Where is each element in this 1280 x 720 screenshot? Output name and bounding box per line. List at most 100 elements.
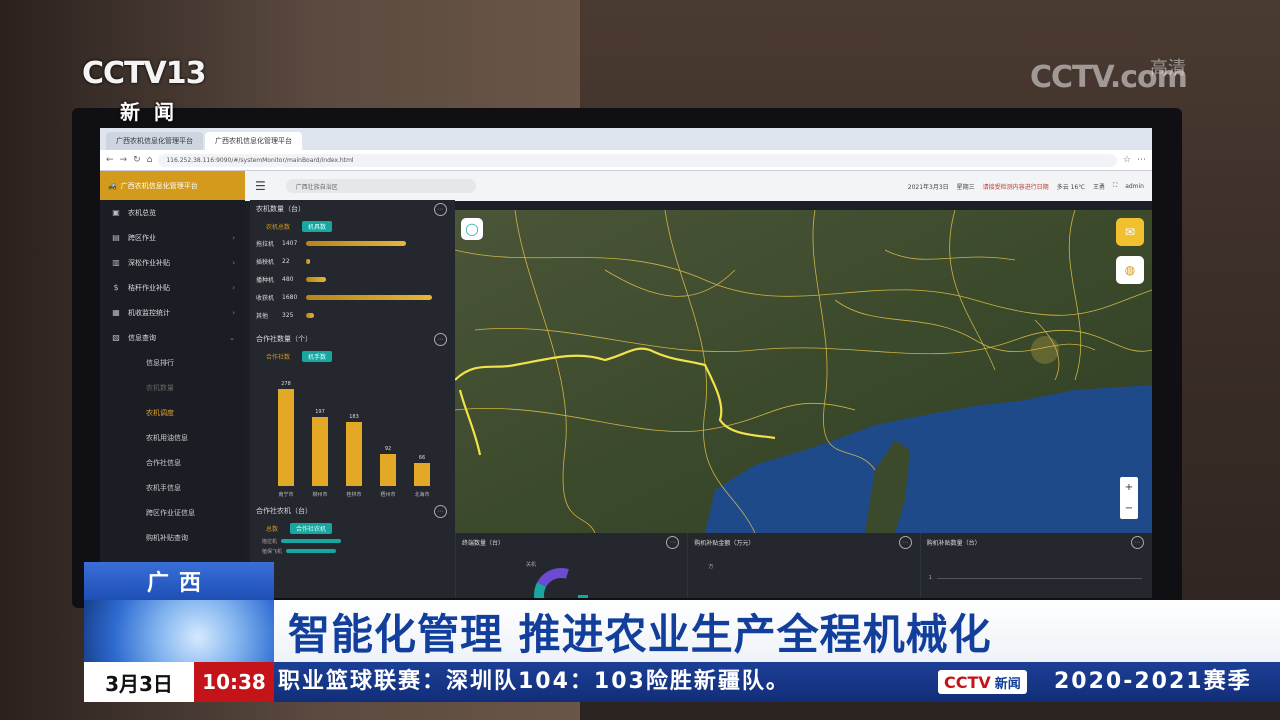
chart-bar xyxy=(380,453,396,486)
chevron-right-icon: › xyxy=(232,233,235,242)
sidebar-sub-subsidy[interactable]: 购机补贴查询 xyxy=(100,525,245,550)
sidebar-sub-coop[interactable]: 合作社信息 xyxy=(100,450,245,475)
more-icon[interactable]: ⋯ xyxy=(434,203,447,216)
pill-tools[interactable]: 机具数 xyxy=(302,220,333,232)
coop-title: 合作社数量（个） ⋯ xyxy=(250,330,455,348)
coop-bar-chart: 278 南宁市 197 柳州市 183 桂林市 92 梧州市 66 北海市 xyxy=(256,368,449,498)
zoom-control: + − xyxy=(1120,477,1138,519)
chevron-right-icon: › xyxy=(232,283,235,292)
tractor-icon: ▣ xyxy=(112,208,120,217)
subsidy-amount-panel: 购机补贴金额（万元） ⋯ 万 xyxy=(687,533,919,598)
header-alert[interactable]: 请接受检测内容进行日期 xyxy=(983,182,1049,191)
message-icon[interactable]: ✉ xyxy=(1116,218,1144,246)
header-weekday: 星期三 xyxy=(956,183,975,191)
terminal-title: 终端数量（台） xyxy=(462,539,505,547)
sidebar-sub-ranking[interactable]: 信息排行 xyxy=(100,350,245,375)
coop-pills-2: 总数 合作社农机 xyxy=(250,520,455,536)
sidebar-item-overview[interactable]: ▣ 农机总览 xyxy=(100,200,245,225)
ticker-text: 职业篮球联赛：深圳队104：103险胜新疆队。 xyxy=(278,669,790,694)
zoom-in-icon[interactable]: + xyxy=(1125,482,1133,493)
chart-bar xyxy=(312,417,328,486)
more-icon[interactable]: ⋯ xyxy=(898,536,912,549)
zoom-out-icon[interactable]: − xyxy=(1125,503,1133,514)
more-icon[interactable]: ⋯ xyxy=(1130,536,1144,549)
forward-icon[interactable]: → xyxy=(120,155,128,165)
region-select[interactable]: 广西壮族自治区 xyxy=(285,179,476,193)
subsidy-count-panel: 购机补贴数量（台） ⋯ 1 xyxy=(919,533,1152,598)
user-account[interactable]: admin xyxy=(1125,183,1144,190)
home-icon[interactable]: ⌂ xyxy=(147,155,153,165)
machines-pills: 农机总数 机具数 xyxy=(250,218,455,234)
chart-category-label: 柳州市 xyxy=(312,492,328,498)
subsidy-count-title: 购机补贴数量（台） xyxy=(926,539,981,547)
machine-row: 插秧机 22 xyxy=(250,252,455,270)
coop-pills: 合作社数 机手数 xyxy=(250,348,455,364)
pill-all[interactable]: 总数 xyxy=(260,523,284,534)
broadcast-time: 10:38 xyxy=(194,662,274,702)
pill-total[interactable]: 农机总数 xyxy=(260,221,296,232)
map-view[interactable]: ◯ ✉ ◍ + − xyxy=(455,210,1152,533)
map-layer-icon[interactable]: ◯ xyxy=(461,218,483,240)
sidebar-sub-count[interactable]: 农机数量 xyxy=(100,375,245,400)
sidebar-item-straw[interactable]: $ 秸秆作业补贴 › xyxy=(100,275,245,300)
chart-value-label: 278 xyxy=(281,380,291,387)
terminal-donut xyxy=(534,568,588,598)
url-input[interactable]: 116.252.38.116:9090/#/systemMonitor/main… xyxy=(158,153,1117,167)
plough-icon: ▥ xyxy=(112,258,120,267)
pill-coop-machines[interactable]: 合作社农机 xyxy=(290,522,333,534)
refresh-icon[interactable]: ↻ xyxy=(133,155,141,165)
machine-row: 拖拉机 1407 xyxy=(250,234,455,252)
machine-bar xyxy=(306,294,432,300)
address-bar: ← → ↻ ⌂ 116.252.38.116:9090/#/systemMoni… xyxy=(100,150,1152,171)
sidebar: ▣ 农机总览 ▤ 跨区作业 › ▥ 深松作业补贴 › $ 秸秆作业补贴 › ▦ … xyxy=(100,200,245,598)
chevron-right-icon: › xyxy=(232,308,235,317)
map-svg xyxy=(455,210,1152,533)
channel-logo-sub: 新闻 xyxy=(120,100,188,124)
map-icon: ▤ xyxy=(112,233,120,242)
hd-badge: 高清 xyxy=(1150,58,1186,79)
search-icon: ▧ xyxy=(112,333,120,342)
terminal-panel: 终端数量（台） ⋯ 关机 xyxy=(455,533,687,598)
pill-coop[interactable]: 合作社数 xyxy=(260,351,296,362)
chart-bar xyxy=(346,421,362,486)
machine-bar xyxy=(306,258,310,264)
chevron-right-icon: › xyxy=(232,258,235,267)
chart-bar xyxy=(278,388,294,486)
user-name[interactable]: 王勇 xyxy=(1093,182,1105,191)
chart-value-label: 66 xyxy=(418,454,426,461)
sidebar-sub-operator[interactable]: 农机手信息 xyxy=(100,475,245,500)
sidebar-item-deep-ploughing[interactable]: ▥ 深松作业补贴 › xyxy=(100,250,245,275)
browser-tab[interactable]: 广西农机信息化管理平台 xyxy=(106,132,203,150)
sidebar-sub-permit[interactable]: 跨区作业证信息 xyxy=(100,500,245,525)
sidebar-item-cross-region[interactable]: ▤ 跨区作业 › xyxy=(100,225,245,250)
header-right: 2021年3月3日 星期三 请接受检测内容进行日期 多云 16℃ 王勇 ⛶ ad… xyxy=(908,171,1144,201)
ticker-logo-text: CCTV xyxy=(944,672,991,692)
back-icon[interactable]: ← xyxy=(106,155,114,165)
globe-icon[interactable]: ◍ xyxy=(1116,256,1144,284)
app-title: 广西农机信息化管理平台 xyxy=(120,182,198,190)
chart-category-label: 南宁市 xyxy=(278,492,294,498)
channel-logo: CCTV13 xyxy=(82,56,242,96)
header-date: 2021年3月3日 xyxy=(907,183,949,191)
chart-category-label: 梧州市 xyxy=(380,492,396,498)
sidebar-item-query[interactable]: ▧ 信息查询 ⌄ xyxy=(100,325,245,350)
fullscreen-icon[interactable]: ⛶ xyxy=(1113,182,1117,190)
monitor-icon: ▦ xyxy=(112,308,120,317)
sidebar-sub-fuel[interactable]: 农机用油信息 xyxy=(100,425,245,450)
pill-operators[interactable]: 机手数 xyxy=(302,350,333,362)
globe-graphic xyxy=(84,600,274,662)
machine-row: 播种机 480 xyxy=(250,270,455,288)
chart-bar xyxy=(414,462,430,486)
broadcast-date: 3月3日 xyxy=(84,662,194,702)
more-icon[interactable]: ⋯ xyxy=(434,333,447,346)
more-icon[interactable]: ⋯ xyxy=(666,536,680,549)
sidebar-sub-dispatch[interactable]: 农机调度 xyxy=(100,400,245,425)
sidebar-item-monitor[interactable]: ▦ 机收监控统计 › xyxy=(100,300,245,325)
machine-row: 其他 325 xyxy=(250,306,455,324)
coop-progress-row: 拖拉机 xyxy=(250,536,455,546)
menu-dots-icon[interactable]: ⋯ xyxy=(1137,155,1146,165)
browser-tab-active[interactable]: 广西农机信息化管理平台 xyxy=(205,132,302,150)
more-icon[interactable]: ⋯ xyxy=(434,505,447,518)
star-icon[interactable]: ☆ xyxy=(1123,155,1131,165)
menu-toggle-icon[interactable]: ☰ xyxy=(255,179,266,193)
